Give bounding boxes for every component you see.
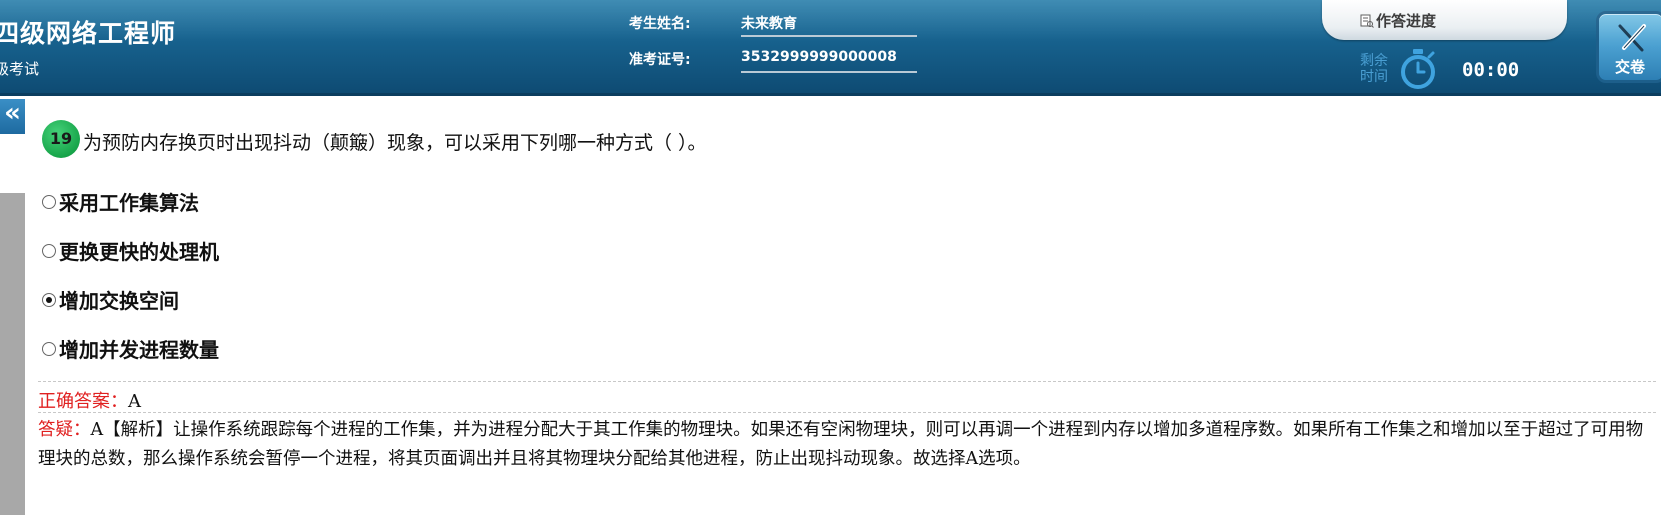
divider	[38, 412, 1656, 413]
exam-header: 四级网络工程师 级考试 考生姓名: 未来教育 准考证号: 35329999990…	[0, 0, 1661, 96]
exam-subtitle: 级考试	[0, 60, 40, 78]
remaining-time-label: 剩余 时间	[1360, 53, 1394, 85]
correct-answer-line: 正确答案：A	[38, 387, 141, 413]
submit-exam-button[interactable]: 交卷	[1596, 11, 1661, 83]
option-b-label: 更换更快的处理机	[59, 240, 219, 264]
explanation-label: 答疑：	[38, 420, 91, 440]
question-text: 为预防内存换页时出现抖动（颠簸）现象，可以采用下列哪一种方式（ ）。	[83, 132, 707, 154]
submit-exam-label: 交卷	[1615, 58, 1646, 76]
answer-progress-label: 作答进度	[1376, 12, 1437, 30]
countdown-timer: 00:00	[1462, 59, 1520, 81]
option-b[interactable]: 更换更快的处理机	[42, 236, 219, 265]
option-c-radio[interactable]	[42, 292, 56, 307]
option-d-label: 增加并发进程数量	[59, 338, 219, 362]
option-d[interactable]: 增加并发进程数量	[42, 334, 219, 363]
exam-title: 四级网络工程师	[0, 19, 177, 48]
question-list-scrollbar[interactable]	[0, 193, 25, 515]
ticket-number-value: 3532999999000008	[741, 49, 917, 73]
explanation-text: A【解析】让操作系统跟踪每个进程的工作集，并为进程分配大于其工作集的物理块。如果…	[38, 420, 1644, 469]
correct-answer-value: A	[128, 391, 141, 412]
candidate-name-label: 考生姓名:	[629, 16, 691, 32]
option-d-radio[interactable]	[42, 341, 56, 356]
remaining-time-label-line1: 剩余	[1360, 53, 1388, 69]
explanation: 答疑：A【解析】让操作系统跟踪每个进程的工作集，并为进程分配大于其工作集的物理块…	[38, 416, 1660, 474]
remaining-time-label-line2: 时间	[1360, 69, 1388, 85]
option-a-radio[interactable]	[42, 194, 56, 209]
option-a-label: 采用工作集算法	[59, 191, 199, 215]
divider	[38, 381, 1656, 382]
option-a[interactable]: 采用工作集算法	[42, 187, 199, 216]
collapse-panel-button[interactable]: «	[0, 99, 25, 134]
question-number-badge: 19	[42, 120, 80, 158]
candidate-name-value: 未来教育	[741, 13, 917, 37]
ticket-number-label: 准考证号:	[629, 52, 691, 68]
answer-progress-tab[interactable]: 作答进度	[1322, 0, 1567, 40]
option-c[interactable]: 增加交换空间	[42, 285, 179, 314]
option-b-radio[interactable]	[42, 243, 56, 258]
option-c-label: 增加交换空间	[59, 289, 179, 313]
stopwatch-icon	[1401, 49, 1435, 89]
correct-answer-label: 正确答案：	[38, 391, 128, 412]
progress-doc-icon	[1360, 14, 1374, 28]
pen-ruler-icon	[1618, 24, 1646, 52]
